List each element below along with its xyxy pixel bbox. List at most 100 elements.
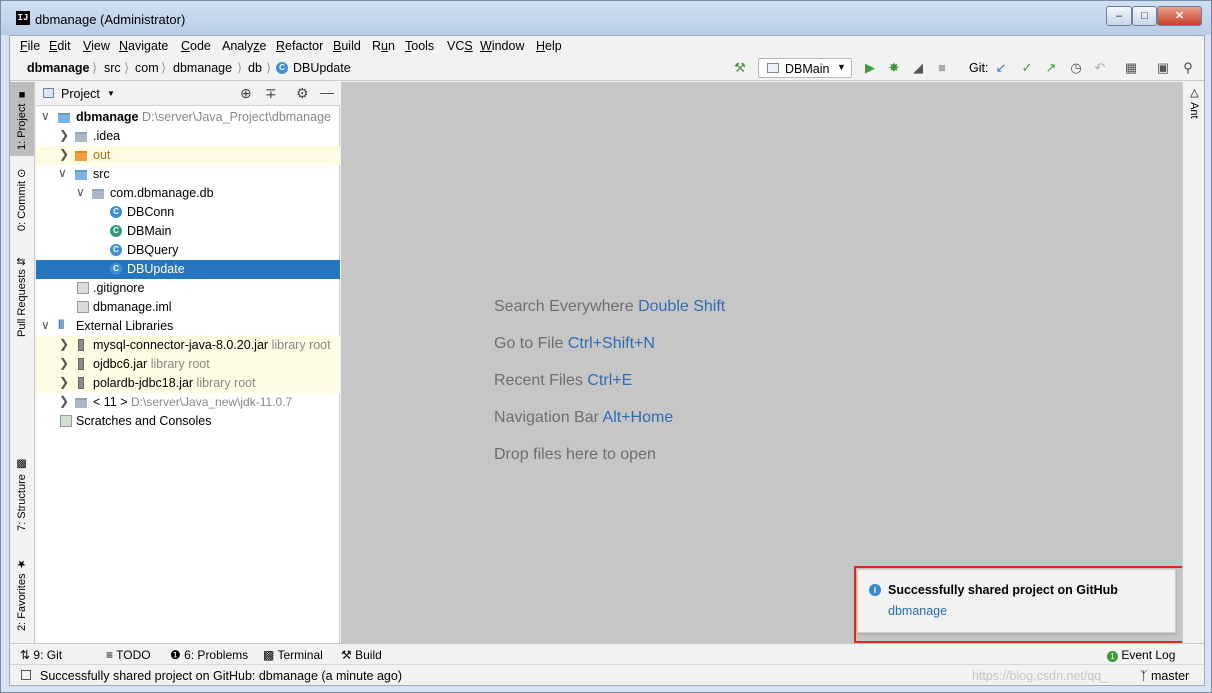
terminal-toolbar-icon[interactable]: ▣ xyxy=(1155,60,1171,76)
project-structure-icon[interactable]: ▦ xyxy=(1123,60,1139,76)
menu-tools[interactable]: Tools xyxy=(405,39,434,53)
breadcrumb-com[interactable]: com xyxy=(135,61,159,75)
breadcrumb-db[interactable]: db xyxy=(248,61,262,75)
chevron-down-icon[interactable]: ▼ xyxy=(107,89,115,98)
rollback-icon[interactable]: ↶ xyxy=(1092,60,1108,76)
file-icon xyxy=(77,301,89,313)
menu-run[interactable]: Run xyxy=(372,39,395,53)
tree-item-gitignore[interactable]: .gitignore xyxy=(36,279,340,298)
tree-item-dbquery[interactable]: C DBQuery xyxy=(36,241,340,260)
tab-terminal-label: Terminal xyxy=(277,648,323,662)
tree-hint: D:\server\Java_Project\dbmanage xyxy=(142,110,331,124)
tree-item-jdk[interactable]: ❯ < 11 > D:\server\Java_new\jdk-11.0.7 xyxy=(36,393,340,412)
tab-commit[interactable]: 0: Commit ⊙ xyxy=(10,160,34,240)
tree-item-package[interactable]: ∨ com.dbmanage.db xyxy=(36,184,340,203)
tab-ant[interactable]: △ Ant xyxy=(1183,86,1204,119)
menu-vcs[interactable]: VCS xyxy=(447,39,473,53)
chevron-down-icon[interactable]: ∨ xyxy=(76,185,85,199)
tree-item-out[interactable]: ❯ out xyxy=(36,146,340,165)
tree-label: out xyxy=(93,148,111,162)
tab-problems[interactable]: ❶ 6: Problems xyxy=(170,648,248,662)
tab-project[interactable]: 1: Project ■ xyxy=(10,82,34,156)
tree-item-jar-mysql[interactable]: ❯ mysql-connector-java-8.0.20.jar librar… xyxy=(36,336,340,355)
tree-label: dbmanage xyxy=(76,110,139,124)
status-message[interactable]: Successfully shared project on GitHub: d… xyxy=(40,669,402,683)
tab-build[interactable]: ⚒ Build xyxy=(341,648,382,662)
project-panel-title[interactable]: Project xyxy=(61,87,100,101)
coverage-icon[interactable]: ◢ xyxy=(910,60,926,76)
git-commit-icon[interactable]: ✓ xyxy=(1019,60,1035,76)
menu-code[interactable]: Code xyxy=(181,39,211,53)
breadcrumb-dbupdate[interactable]: DBUpdate xyxy=(293,61,351,75)
class-icon: C xyxy=(110,263,122,275)
tab-todo[interactable]: ≡ TODO xyxy=(106,648,151,662)
menu-view[interactable]: View xyxy=(83,39,110,53)
tree-item-jar-polardb[interactable]: ❯ polardb-jdbc18.jar library root xyxy=(36,374,340,393)
tab-build-label: Build xyxy=(355,648,382,662)
breadcrumb-dbmanage[interactable]: dbmanage xyxy=(173,61,232,75)
tree-item-dbconn[interactable]: C DBConn xyxy=(36,203,340,222)
menu-window[interactable]: Window xyxy=(480,39,524,53)
menu-file[interactable]: File xyxy=(20,39,40,53)
chevron-right-icon[interactable]: ❯ xyxy=(59,375,69,389)
run-config-select[interactable]: DBMain ▼ xyxy=(758,58,852,78)
maximize-icon[interactable]: □ xyxy=(1132,6,1157,26)
build-hammer-icon[interactable]: ⚒ xyxy=(732,60,748,76)
tab-favorites[interactable]: 2: Favorites ★ xyxy=(10,552,34,636)
chevron-right-icon[interactable]: ❯ xyxy=(59,356,69,370)
chevron-right-icon[interactable]: ❯ xyxy=(59,394,69,408)
editor-empty-area[interactable]: Search Everywhere Double Shift Go to Fil… xyxy=(341,82,1188,643)
chevron-down-icon[interactable]: ∨ xyxy=(58,166,67,180)
chevron-right-icon[interactable]: ❯ xyxy=(59,337,69,351)
tip-text: Recent Files xyxy=(494,372,583,389)
debug-icon[interactable]: ✸ xyxy=(886,60,902,76)
tree-item-dbmanage[interactable]: ∨ dbmanage D:\server\Java_Project\dbmana… xyxy=(36,108,340,127)
chevron-right-icon[interactable]: ❯ xyxy=(59,147,69,161)
minimize-icon[interactable]: – xyxy=(1106,6,1132,26)
toggle-tool-windows-icon[interactable] xyxy=(21,670,31,680)
tree-item-dbupdate[interactable]: C DBUpdate xyxy=(36,260,340,279)
tab-git[interactable]: ⇅ 9: Git xyxy=(20,648,62,662)
breadcrumb-project[interactable]: dbmanage xyxy=(27,61,90,75)
search-icon[interactable]: ⚲ xyxy=(1180,60,1196,76)
tab-terminal[interactable]: ▩ Terminal xyxy=(263,648,323,662)
tree-label: < 11 > xyxy=(93,395,128,409)
breadcrumb-src[interactable]: src xyxy=(104,61,121,75)
title-bar: IJ dbmanage (Administrator) – □ ✕ xyxy=(1,1,1211,35)
gear-icon[interactable]: ⚙ xyxy=(296,85,309,102)
menu-refactor[interactable]: Refactor xyxy=(276,39,323,53)
history-icon[interactable]: ◷ xyxy=(1068,60,1084,76)
chevron-down-icon[interactable]: ∨ xyxy=(41,318,50,332)
tree-label: polardb-jdbc18.jar xyxy=(93,376,194,390)
collapse-all-icon[interactable]: ∓ xyxy=(265,85,277,102)
tab-structure[interactable]: 7: Structure ▩ xyxy=(10,454,34,536)
chevron-down-icon[interactable]: ∨ xyxy=(41,109,50,123)
tree-hint: library root xyxy=(196,376,256,390)
tree-item-external-libraries[interactable]: ∨ ||| External Libraries xyxy=(36,317,340,336)
menu-edit[interactable]: Edit xyxy=(49,39,71,53)
close-icon[interactable]: ✕ xyxy=(1157,6,1202,26)
run-icon[interactable]: ▶ xyxy=(862,60,878,76)
git-branch-widget[interactable]: ᛉ master xyxy=(1140,669,1189,683)
tree-item-idea[interactable]: ❯ .idea xyxy=(36,127,340,146)
menu-navigate[interactable]: Navigate xyxy=(119,39,168,53)
menu-analyze[interactable]: Analyze xyxy=(222,39,266,53)
tab-pull-requests[interactable]: Pull Requests ⇵ xyxy=(10,252,34,342)
tree-item-scratches[interactable]: Scratches and Consoles xyxy=(36,412,340,431)
tree-label: DBUpdate xyxy=(127,262,185,276)
locate-icon[interactable]: ⊕ xyxy=(240,85,252,102)
tree-item-src[interactable]: ∨ src xyxy=(36,165,340,184)
menu-help[interactable]: Help xyxy=(536,39,562,53)
git-push-icon[interactable]: ↗ xyxy=(1043,60,1059,76)
git-update-icon[interactable]: ↙ xyxy=(993,60,1009,76)
stop-icon[interactable]: ■ xyxy=(934,60,950,76)
tree-item-jar-ojdbc6[interactable]: ❯ ojdbc6.jar library root xyxy=(36,355,340,374)
menu-build[interactable]: Build xyxy=(333,39,361,53)
tree-hint: library root xyxy=(150,357,210,371)
tree-item-dbmain[interactable]: C DBMain xyxy=(36,222,340,241)
chevron-right-icon[interactable]: ❯ xyxy=(59,128,69,142)
hide-panel-icon[interactable]: — xyxy=(320,84,334,100)
tip-shortcut: Ctrl+Shift+N xyxy=(567,335,655,352)
tab-event-log[interactable]: 1 Event Log xyxy=(1107,648,1175,662)
tree-item-iml[interactable]: dbmanage.iml xyxy=(36,298,340,317)
